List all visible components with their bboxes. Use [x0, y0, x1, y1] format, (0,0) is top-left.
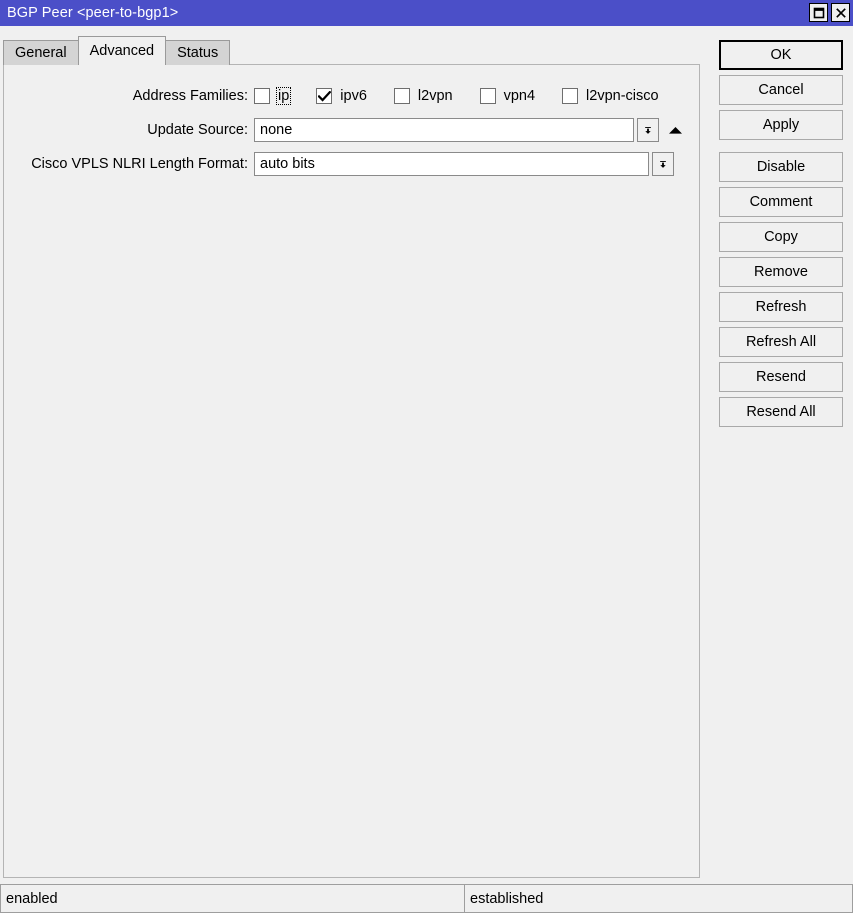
status-bar: enabled established — [0, 884, 853, 913]
tab-general[interactable]: General — [3, 40, 79, 65]
action-button-column: OK Cancel Apply Disable Comment Copy Rem… — [719, 40, 843, 432]
cisco-vpls-nlri-label: Cisco VPLS NLRI Length Format: — [31, 156, 248, 172]
tab-advanced[interactable]: Advanced — [77, 36, 167, 65]
resend-all-button[interactable]: Resend All — [719, 397, 843, 427]
status-connection-state: established — [464, 884, 853, 913]
cisco-vpls-nlri-value: auto bits — [260, 156, 315, 172]
apply-button[interactable]: Apply — [719, 110, 843, 140]
checkbox-box — [393, 88, 410, 104]
dropdown-arrow-icon — [645, 126, 651, 134]
window-controls — [809, 3, 850, 22]
checkbox-label: ip — [276, 87, 292, 105]
check-icon — [317, 90, 331, 102]
cisco-vpls-nlri-input[interactable]: auto bits — [254, 152, 649, 176]
checkbox-box — [254, 88, 270, 104]
checkbox-ip[interactable]: ip — [254, 87, 292, 105]
update-source-value: none — [260, 122, 293, 138]
cisco-vpls-nlri-row: Cisco VPLS NLRI Length Format: auto bits — [4, 152, 701, 176]
update-source-label: Update Source: — [147, 122, 248, 138]
maximize-icon — [813, 7, 824, 18]
copy-button[interactable]: Copy — [719, 222, 843, 252]
address-families-checkbox-group: ip ipv6 l2vpn vpn4 l2vpn-cisco — [254, 87, 661, 105]
dropdown-arrow-icon — [660, 160, 666, 168]
tab-bar: General Advanced Status — [3, 36, 231, 65]
refresh-all-button[interactable]: Refresh All — [719, 327, 843, 357]
close-button[interactable] — [831, 3, 850, 22]
remove-button[interactable]: Remove — [719, 257, 843, 287]
update-source-input[interactable]: none — [254, 118, 634, 142]
tab-label: Status — [177, 45, 219, 61]
checkbox-label: l2vpn-cisco — [586, 88, 659, 104]
address-families-row: Address Families: ip ipv6 l2vpn vpn4 l2v… — [4, 84, 701, 108]
update-source-dropdown-button[interactable] — [637, 118, 659, 142]
address-families-label: Address Families: — [132, 88, 248, 104]
cisco-vpls-nlri-dropdown-button[interactable] — [652, 152, 674, 176]
update-source-row: Update Source: none — [4, 118, 701, 142]
title-bar[interactable]: BGP Peer <peer-to-bgp1> — [0, 0, 853, 26]
checkbox-label: vpn4 — [503, 88, 536, 104]
checkbox-box — [562, 88, 579, 104]
checkbox-vpn4[interactable]: vpn4 — [479, 87, 537, 105]
window-title: BGP Peer <peer-to-bgp1> — [7, 5, 179, 21]
checkbox-box — [316, 88, 333, 104]
ok-button[interactable]: OK — [719, 40, 843, 70]
status-enabled: enabled — [0, 884, 464, 913]
checkbox-l2vpn[interactable]: l2vpn — [393, 87, 455, 105]
disable-button[interactable]: Disable — [719, 152, 843, 182]
close-icon — [835, 7, 846, 18]
advanced-tab-panel: Address Families: ip ipv6 l2vpn vpn4 l2v… — [3, 64, 700, 878]
checkbox-label: l2vpn — [417, 88, 453, 104]
comment-button[interactable]: Comment — [719, 187, 843, 217]
checkbox-l2vpn-cisco[interactable]: l2vpn-cisco — [562, 87, 661, 105]
refresh-button[interactable]: Refresh — [719, 292, 843, 322]
maximize-button[interactable] — [809, 3, 828, 22]
checkbox-box — [479, 88, 496, 104]
cancel-button[interactable]: Cancel — [719, 75, 843, 105]
tab-status[interactable]: Status — [165, 40, 231, 65]
tab-label: Advanced — [89, 43, 155, 59]
checkbox-label: ipv6 — [340, 88, 367, 104]
resend-button[interactable]: Resend — [719, 362, 843, 392]
update-source-collapse-button[interactable] — [664, 118, 686, 142]
up-arrow-icon — [668, 126, 682, 134]
tab-label: General — [15, 45, 67, 61]
checkbox-ipv6[interactable]: ipv6 — [316, 87, 369, 105]
bgp-peer-dialog: BGP Peer <peer-to-bgp1> General Advanced — [0, 0, 853, 913]
